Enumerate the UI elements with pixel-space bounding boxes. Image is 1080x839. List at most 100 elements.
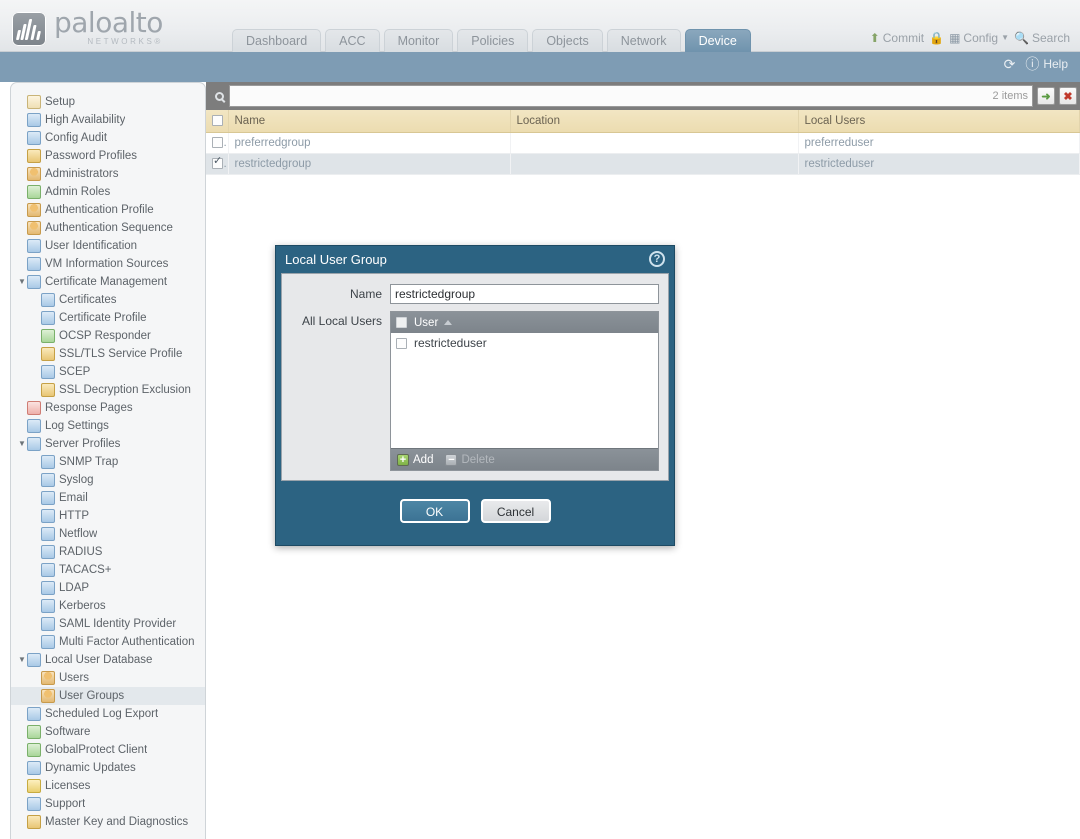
filter-bar: 2 items ➜ ✖ xyxy=(206,82,1080,110)
refresh-button[interactable]: ⟳ xyxy=(1004,57,1016,71)
lock-button[interactable]: 🔒 xyxy=(929,32,944,44)
sidebar-item-syslog[interactable]: Syslog xyxy=(11,471,205,489)
clear-filter-button[interactable]: ✖ xyxy=(1059,87,1077,105)
tab-dashboard[interactable]: Dashboard xyxy=(232,29,322,52)
sidebar-item-users[interactable]: Users xyxy=(11,669,205,687)
sidebar-item-ldap[interactable]: LDAP xyxy=(11,579,205,597)
sidebar-item-multi-factor-authentication[interactable]: Multi Factor Authentication xyxy=(11,633,205,651)
sidebar-item-saml-identity-provider[interactable]: SAML Identity Provider xyxy=(11,615,205,633)
config-menu[interactable]: ▦ Config ▼ xyxy=(949,31,1009,45)
sidebar-item-http[interactable]: HTTP xyxy=(11,507,205,525)
tab-policies[interactable]: Policies xyxy=(457,29,529,52)
sidebar-item-certificate-profile[interactable]: Certificate Profile xyxy=(11,309,205,327)
tab-objects[interactable]: Objects xyxy=(532,29,603,52)
listbox-select-all-checkbox[interactable] xyxy=(396,317,407,328)
help-button[interactable]: ⓘ Help xyxy=(1025,57,1068,71)
tab-monitor[interactable]: Monitor xyxy=(383,29,454,52)
sort-ascending-icon[interactable] xyxy=(444,320,453,325)
sidebar-item-vm-information-sources[interactable]: VM Information Sources xyxy=(11,255,205,273)
column-header-name[interactable]: Name xyxy=(228,110,511,133)
config-label: Config xyxy=(963,31,999,45)
tab-acc[interactable]: ACC xyxy=(325,29,380,52)
chevron-down-icon[interactable]: ▼ xyxy=(17,651,27,669)
row-checkbox[interactable] xyxy=(212,156,223,169)
software-icon xyxy=(27,725,41,739)
sidebar-item-scheduled-log-export[interactable]: Scheduled Log Export xyxy=(11,705,205,723)
list-item-checkbox[interactable] xyxy=(396,337,407,349)
filter-search-button[interactable] xyxy=(209,85,229,107)
row-select-cell[interactable] xyxy=(206,153,229,175)
tab-network[interactable]: Network xyxy=(606,29,681,52)
sidebar-item-certificate-management[interactable]: ▼ Certificate Management xyxy=(11,273,205,291)
search-button[interactable]: 🔍 Search xyxy=(1014,31,1070,45)
name-field-row: Name xyxy=(282,284,659,304)
sidebar-item-support[interactable]: Support xyxy=(11,795,205,813)
cancel-button[interactable]: Cancel xyxy=(480,499,551,523)
admin-roles-icon xyxy=(27,185,41,199)
sidebar-item-label: Response Pages xyxy=(45,402,133,414)
sidebar-item-email[interactable]: Email xyxy=(11,489,205,507)
listbox-column-user[interactable]: User xyxy=(414,317,438,329)
sidebar-item-user-identification[interactable]: User Identification xyxy=(11,237,205,255)
sidebar-item-local-user-database[interactable]: ▼ Local User Database xyxy=(11,651,205,669)
sidebar-item-password-profiles[interactable]: Password Profiles xyxy=(11,147,205,165)
sidebar-item-ocsp-responder[interactable]: OCSP Responder xyxy=(11,327,205,345)
list-item[interactable]: restricteduser xyxy=(391,333,658,353)
chevron-down-icon[interactable]: ▼ xyxy=(17,273,27,291)
licenses-icon xyxy=(27,779,41,793)
sidebar-item-admin-roles[interactable]: Admin Roles xyxy=(11,183,205,201)
select-all-header[interactable] xyxy=(206,110,229,133)
row-checkbox[interactable] xyxy=(212,136,223,148)
sidebar-item-dynamic-updates[interactable]: Dynamic Updates xyxy=(11,759,205,777)
sidebar-item-label: Password Profiles xyxy=(45,150,138,162)
column-header-location[interactable]: Location xyxy=(510,110,799,133)
sidebar-item-setup[interactable]: Setup xyxy=(11,93,205,111)
sidebar-item-netflow[interactable]: Netflow xyxy=(11,525,205,543)
sidebar-item-ssl-decryption-exclusion[interactable]: SSL Decryption Exclusion xyxy=(11,381,205,399)
name-input[interactable] xyxy=(390,284,659,304)
row-select-cell[interactable] xyxy=(206,132,229,154)
help-icon[interactable]: ? xyxy=(649,251,665,267)
sidebar-item-master-key-and-diagnostics[interactable]: Master Key and Diagnostics xyxy=(11,813,205,831)
table-header-row: Name Location Local Users xyxy=(206,110,1080,133)
sidebar-item-certificates[interactable]: Certificates xyxy=(11,291,205,309)
sidebar-item-radius[interactable]: RADIUS xyxy=(11,543,205,561)
sidebar-item-licenses[interactable]: Licenses xyxy=(11,777,205,795)
delete-button[interactable]: − Delete xyxy=(445,453,495,466)
sidebar-item-response-pages[interactable]: Response Pages xyxy=(11,399,205,417)
sidebar-item-snmp-trap[interactable]: SNMP Trap xyxy=(11,453,205,471)
table-row[interactable]: preferredgroup preferreduser xyxy=(206,132,1080,154)
table-row[interactable]: restrictedgroup restricteduser xyxy=(206,153,1080,175)
sidebar-item-authentication-sequence[interactable]: Authentication Sequence xyxy=(11,219,205,237)
ok-button[interactable]: OK xyxy=(399,499,470,523)
search-input[interactable] xyxy=(229,85,1033,107)
kerberos-icon xyxy=(41,599,55,613)
ocsp-responder-icon xyxy=(41,329,55,343)
column-header-local-users[interactable]: Local Users xyxy=(798,110,1080,133)
sidebar-item-administrators[interactable]: Administrators xyxy=(11,165,205,183)
select-all-checkbox[interactable] xyxy=(212,115,223,127)
sidebar-item-globalprotect-client[interactable]: GlobalProtect Client xyxy=(11,741,205,759)
plus-icon: + xyxy=(397,453,409,466)
sidebar-item-scep[interactable]: SCEP xyxy=(11,363,205,381)
commit-button[interactable]: ⬆ Commit xyxy=(870,31,924,45)
sidebar-item-kerberos[interactable]: Kerberos xyxy=(11,597,205,615)
sidebar-item-log-settings[interactable]: Log Settings xyxy=(11,417,205,435)
search-icon xyxy=(214,91,224,101)
sidebar-item-software[interactable]: Software xyxy=(11,723,205,741)
sidebar-item-high-availability[interactable]: High Availability xyxy=(11,111,205,129)
sidebar-item-label: Scheduled Log Export xyxy=(45,708,159,720)
tab-device[interactable]: Device xyxy=(684,29,751,52)
cell-local-users: restricteduser xyxy=(798,153,1080,175)
sidebar-item-ssl-tls-service-profile[interactable]: SSL/TLS Service Profile xyxy=(11,345,205,363)
saml-identity-provider-icon xyxy=(41,617,55,631)
sidebar-item-tacacs-[interactable]: TACACS+ xyxy=(11,561,205,579)
chevron-down-icon[interactable]: ▼ xyxy=(17,435,27,453)
sidebar-item-config-audit[interactable]: Config Audit xyxy=(11,129,205,147)
add-button[interactable]: + Add xyxy=(397,453,433,466)
commit-icon: ⬆ xyxy=(869,31,880,45)
apply-filter-button[interactable]: ➜ xyxy=(1037,87,1055,105)
sidebar-item-user-groups[interactable]: User Groups xyxy=(11,687,205,705)
sidebar-item-authentication-profile[interactable]: Authentication Profile xyxy=(11,201,205,219)
sidebar-item-server-profiles[interactable]: ▼ Server Profiles xyxy=(11,435,205,453)
